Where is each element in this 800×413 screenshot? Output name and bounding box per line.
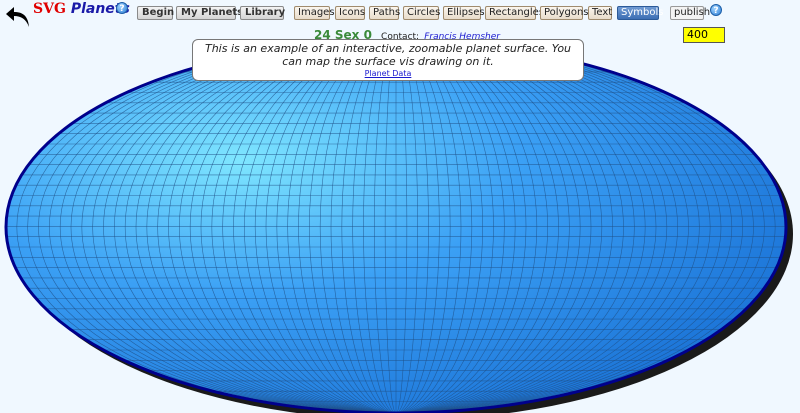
info-message: This is an example of an interactive, zo… (204, 42, 572, 68)
info-box: This is an example of an interactive, zo… (192, 39, 584, 81)
planet-data-link[interactable]: Planet Data (199, 68, 577, 80)
